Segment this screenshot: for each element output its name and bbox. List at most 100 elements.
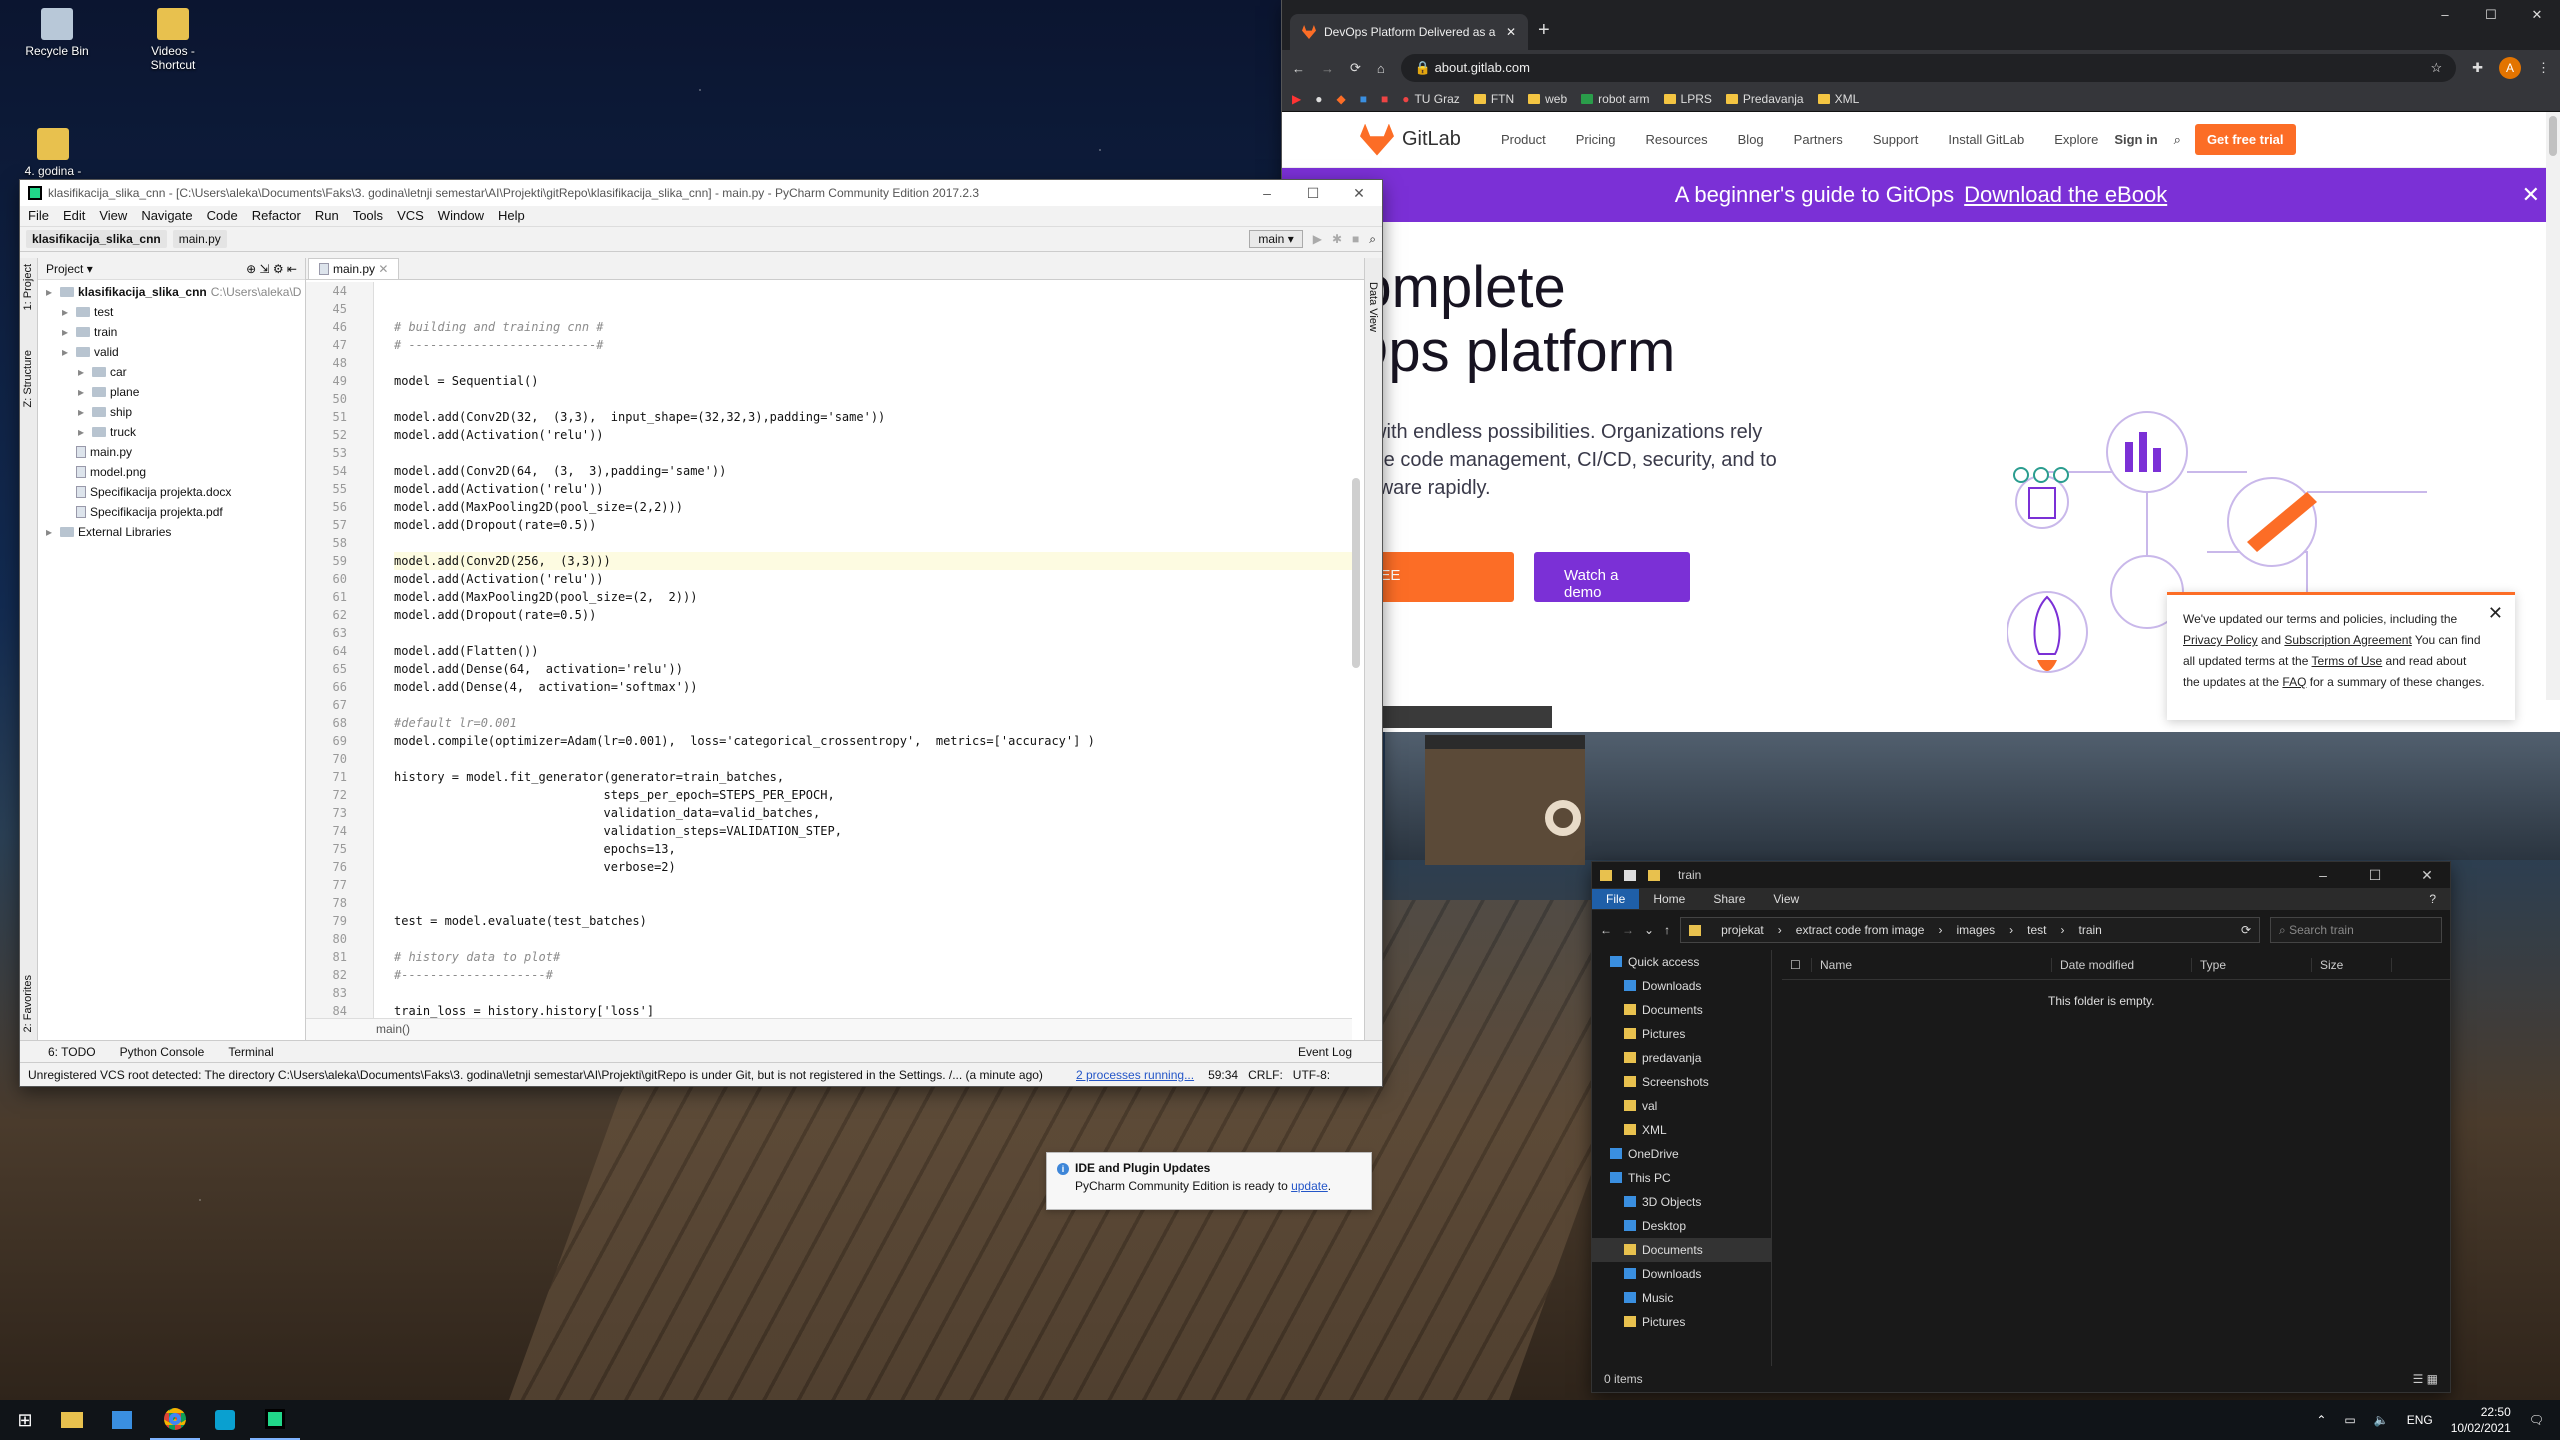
code-line[interactable]: # --------------------------# xyxy=(394,336,1352,354)
bookmark-star-icon[interactable]: ☆ xyxy=(2430,60,2442,76)
bookmark-web[interactable]: web xyxy=(1528,92,1567,106)
bookmark-lprs[interactable]: LPRS xyxy=(1663,92,1712,106)
close-tab-icon[interactable]: ✕ xyxy=(1506,25,1516,39)
bookmark-icon[interactable]: ■ xyxy=(1381,92,1388,106)
desktop-icon-videos-shortcut[interactable]: Videos - Shortcut xyxy=(128,8,218,72)
tree-node[interactable]: ▸ External Libraries xyxy=(38,522,305,542)
close-notice-icon[interactable]: ✕ xyxy=(2488,603,2503,624)
nav-pane-item[interactable]: Quick access xyxy=(1592,950,1771,974)
code-line[interactable]: # history data to plot# xyxy=(394,948,1352,966)
code-line[interactable]: model.add(Activation('relu')) xyxy=(394,426,1352,444)
update-link[interactable]: update xyxy=(1291,1179,1328,1193)
python-console-tab[interactable]: Python Console xyxy=(120,1045,205,1059)
ribbon-view-tab[interactable]: View xyxy=(1759,892,1813,906)
code-line[interactable]: #default lr=0.001 xyxy=(394,714,1352,732)
nav-product[interactable]: Product xyxy=(1501,132,1546,147)
tree-node[interactable]: ▸ valid xyxy=(38,342,305,362)
tree-node[interactable]: ▸ ship xyxy=(38,402,305,422)
new-folder-icon[interactable] xyxy=(1648,869,1660,881)
menu-item[interactable]: File xyxy=(28,208,49,224)
code-line[interactable]: steps_per_epoch=STEPS_PER_EPOCH, xyxy=(394,786,1352,804)
tree-node[interactable]: main.py xyxy=(38,442,305,462)
nav-pane-item[interactable]: predavanja xyxy=(1592,1046,1771,1070)
project-tool-tab[interactable]: 1: Project xyxy=(22,264,34,310)
stop-icon[interactable]: ■ xyxy=(1352,232,1359,246)
code-line[interactable]: verbose=2) xyxy=(394,858,1352,876)
code-line[interactable]: train_loss = history.history['loss'] xyxy=(394,1002,1352,1018)
code-line[interactable] xyxy=(394,390,1352,408)
run-icon[interactable]: ▶ xyxy=(1313,232,1322,246)
nav-pane-item[interactable]: This PC xyxy=(1592,1166,1771,1190)
code-line[interactable]: #--------------------# xyxy=(394,966,1352,984)
maximize-icon[interactable]: ☐ xyxy=(2468,0,2514,30)
help-icon[interactable]: ? xyxy=(2415,892,2450,906)
tree-node[interactable]: Specifikacija projekta.pdf xyxy=(38,502,305,522)
desktop-icon-godina-shortcut[interactable]: 4. godina - Shortcut xyxy=(8,128,98,178)
scrollbar-thumb[interactable] xyxy=(2549,116,2557,156)
nav-pricing[interactable]: Pricing xyxy=(1576,132,1616,147)
taskbar-explorer[interactable] xyxy=(50,1400,100,1440)
code-line[interactable]: model.compile(optimizer=Adam(lr=0.001), … xyxy=(394,732,1352,750)
processes-link[interactable]: 2 processes running... xyxy=(1076,1068,1194,1082)
code-line[interactable]: # building and training cnn # xyxy=(394,318,1352,336)
tree-node[interactable]: ▸ car xyxy=(38,362,305,382)
nav-partners[interactable]: Partners xyxy=(1794,132,1843,147)
caret-position[interactable]: 59:34 xyxy=(1208,1068,1238,1082)
menu-icon[interactable]: ⋮ xyxy=(2537,60,2550,76)
expand-arrow-icon[interactable]: ▸ xyxy=(46,522,60,542)
nav-pane-item[interactable]: Documents xyxy=(1592,1238,1771,1262)
start-button[interactable]: ⊞ xyxy=(0,1400,50,1440)
gitlab-logo[interactable]: GitLab xyxy=(1360,123,1461,156)
code-line[interactable] xyxy=(394,282,1352,300)
expand-arrow-icon[interactable]: ▸ xyxy=(62,322,76,342)
code-line[interactable]: model.add(MaxPooling2D(pool_size=(2,2))) xyxy=(394,498,1352,516)
code-line[interactable]: model.add(Conv2D(32, (3,3), input_shape=… xyxy=(394,408,1352,426)
code-line[interactable] xyxy=(394,984,1352,1002)
tree-node[interactable]: ▸ klasifikacija_slika_cnn C:\Users\aleka\… xyxy=(38,282,305,302)
close-tab-icon[interactable]: ✕ xyxy=(378,262,388,276)
get-free-trial-button[interactable]: Get free trial xyxy=(2194,124,2296,155)
code-line[interactable]: history = model.fit_generator(generator=… xyxy=(394,768,1352,786)
new-tab-icon[interactable]: + xyxy=(1528,19,1560,50)
code-line[interactable]: model.add(MaxPooling2D(pool_size=(2, 2))… xyxy=(394,588,1352,606)
taskbar-chrome[interactable] xyxy=(150,1400,200,1440)
terms-of-use-link[interactable]: Terms of Use xyxy=(2312,654,2383,668)
youtube-icon[interactable]: ▶ xyxy=(1292,92,1301,106)
function-breadcrumb[interactable]: main() xyxy=(306,1018,1352,1040)
reload-icon[interactable]: ⟳ xyxy=(1350,60,1361,76)
debug-icon[interactable]: ✱ xyxy=(1332,232,1342,246)
battery-icon[interactable]: ▭ xyxy=(2344,1413,2355,1427)
close-icon[interactable]: ✕ xyxy=(2404,867,2450,884)
menu-item[interactable]: Tools xyxy=(353,208,383,224)
breadcrumb-file[interactable]: main.py xyxy=(172,230,227,248)
code-line[interactable] xyxy=(394,354,1352,372)
nav-pane-item[interactable]: 3D Objects xyxy=(1592,1190,1771,1214)
path-segment[interactable]: projekat xyxy=(1721,923,1764,937)
code-line[interactable]: epochs=13, xyxy=(394,840,1352,858)
desktop-icon-recycle-bin[interactable]: Recycle Bin xyxy=(12,8,102,58)
nav-install[interactable]: Install GitLab xyxy=(1948,132,2024,147)
profile-avatar[interactable]: A xyxy=(2499,57,2521,79)
column-name[interactable]: Name xyxy=(1812,957,2052,972)
nav-pane-item[interactable]: Screenshots xyxy=(1592,1070,1771,1094)
bookmark-predavanja[interactable]: Predavanja xyxy=(1725,92,1804,106)
code-line[interactable] xyxy=(394,930,1352,948)
properties-icon[interactable] xyxy=(1624,869,1636,881)
bookmark-tu-graz[interactable]: ● TU Graz xyxy=(1402,92,1460,106)
nav-pane-item[interactable]: Downloads xyxy=(1592,974,1771,998)
file-encoding[interactable]: UTF-8: xyxy=(1293,1068,1330,1082)
nav-pane-item[interactable]: val xyxy=(1592,1094,1771,1118)
code-line[interactable] xyxy=(394,894,1352,912)
search-input[interactable]: ⌕ Search train xyxy=(2270,917,2442,943)
todo-tab[interactable]: 6: TODO xyxy=(48,1045,96,1059)
code-line[interactable]: validation_steps=VALIDATION_STEP, xyxy=(394,822,1352,840)
maximize-icon[interactable]: ☐ xyxy=(1290,185,1336,202)
code-line[interactable] xyxy=(394,750,1352,768)
search-icon[interactable]: ⌕ xyxy=(2174,132,2181,148)
close-banner-icon[interactable]: ✕ xyxy=(2522,182,2540,208)
nav-sign-in[interactable]: Sign in xyxy=(2114,132,2157,147)
nav-pane-item[interactable]: Pictures xyxy=(1592,1022,1771,1046)
code-line[interactable]: model = Sequential() xyxy=(394,372,1352,390)
address-path[interactable]: projekat › extract code from image › image… xyxy=(1680,917,2260,943)
code-line[interactable]: model.add(Conv2D(64, (3, 3),padding='sam… xyxy=(394,462,1352,480)
